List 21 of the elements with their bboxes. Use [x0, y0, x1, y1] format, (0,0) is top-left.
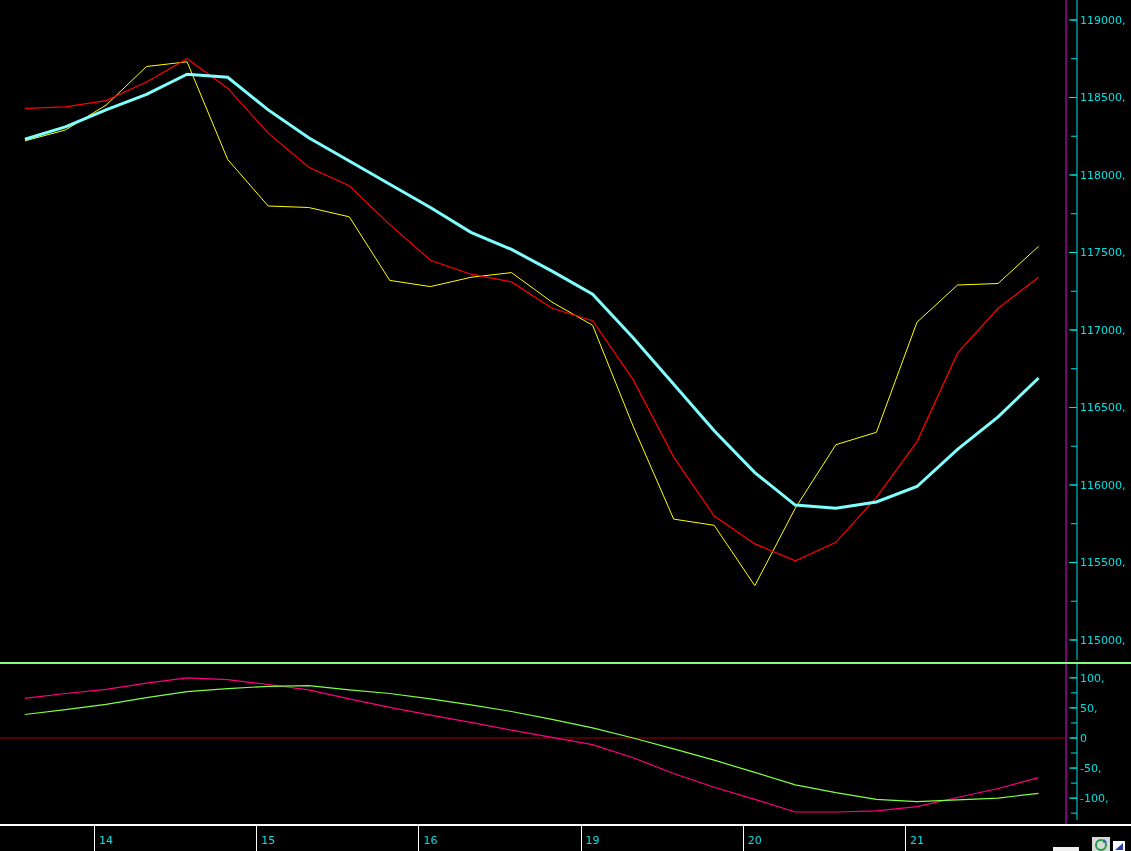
- axis-label: 50,: [1080, 702, 1098, 716]
- date-label: 15: [261, 834, 276, 848]
- axis-label: 115500,: [1080, 556, 1126, 570]
- axis-label: 116000,: [1080, 479, 1126, 492]
- axis-label: 0: [1080, 732, 1087, 746]
- axis-label: -50,: [1080, 762, 1102, 776]
- date-label: 14: [99, 834, 113, 848]
- axis-label: 118500,: [1080, 91, 1126, 105]
- axis-label: 116500,: [1080, 401, 1126, 415]
- date-label: 20: [747, 834, 762, 848]
- axis-label: 115000,: [1080, 634, 1126, 647]
- chart-icon[interactable]: [1113, 841, 1125, 851]
- axis-label: 117500,: [1080, 246, 1126, 260]
- axis-label: 118000,: [1080, 169, 1126, 182]
- date-label: 16: [423, 834, 438, 848]
- date-label: 19: [585, 834, 600, 848]
- axis-label: 119000,: [1080, 14, 1126, 27]
- axis-label: 117000,: [1080, 324, 1126, 337]
- axis-label: 100,: [1080, 672, 1105, 686]
- axis-label: -100,: [1080, 792, 1109, 806]
- date-label: 21: [910, 834, 924, 848]
